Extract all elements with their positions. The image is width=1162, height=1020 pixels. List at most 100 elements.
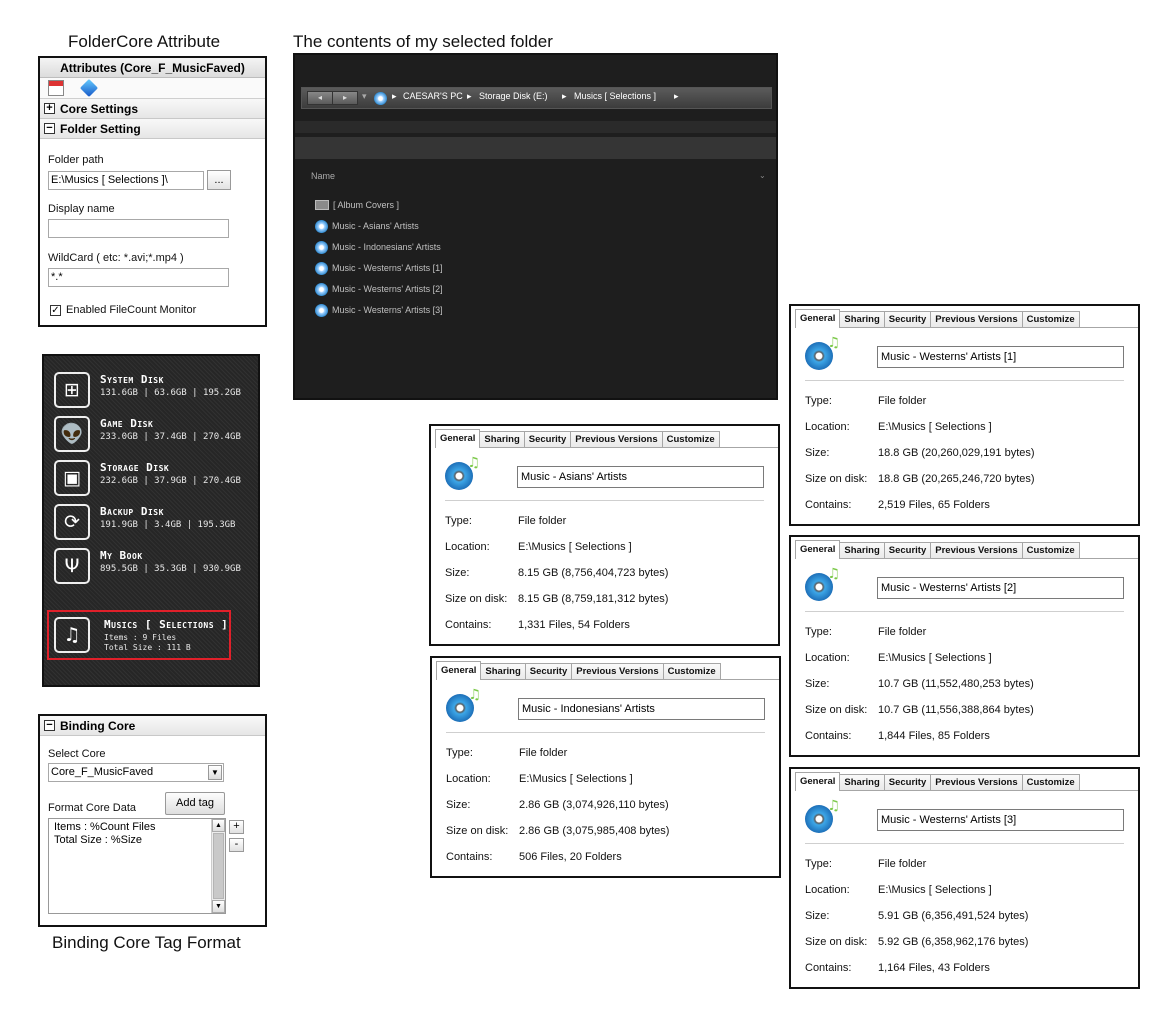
tab-customize[interactable]: Customize	[662, 663, 721, 680]
collapse-icon[interactable]: −	[44, 123, 55, 134]
size-on-disk-value: 8.15 GB (8,759,181,312 bytes)	[518, 593, 669, 605]
expand-icon[interactable]: +	[44, 103, 55, 114]
contains-value: 2,519 Files, 65 Folders	[878, 499, 990, 511]
add-tag-button[interactable]: Add tag	[165, 792, 225, 815]
disk-name: Storage Disk	[100, 461, 170, 474]
breadcrumb-separator-icon[interactable]: ▸	[392, 91, 397, 102]
browse-button[interactable]: ...	[207, 170, 231, 190]
tab-customize[interactable]: Customize	[1021, 311, 1080, 328]
list-item[interactable]: [ Album Covers ]	[315, 197, 399, 213]
chevron-down-icon[interactable]: ▼	[208, 765, 222, 780]
list-item[interactable]: Music - Westerns' Artists [1]	[315, 260, 443, 276]
type-label: Type:	[805, 626, 832, 638]
tab-previous-versions[interactable]: Previous Versions	[930, 311, 1023, 328]
folder-name-field[interactable]: Music - Westerns' Artists [2]	[877, 577, 1124, 599]
folder-name-field[interactable]: Music - Asians' Artists	[517, 466, 764, 488]
disk-item-game[interactable]: 👽 Game Disk 233.0GB | 37.4GB | 270.4GB	[52, 415, 252, 455]
caption-foldercore: FolderCore Attribute	[68, 32, 221, 51]
contains-value: 506 Files, 20 Folders	[519, 851, 622, 863]
display-name-input[interactable]	[48, 219, 229, 238]
textarea-scrollbar[interactable]: ▲ ▼	[211, 819, 225, 913]
tab-sharing[interactable]: Sharing	[480, 663, 526, 680]
tab-customize[interactable]: Customize	[661, 431, 720, 448]
address-bar[interactable]: ◂ ▸ ▾ ▸ CAESAR'S PC ▸ Storage Disk (E:) …	[301, 87, 772, 109]
display-name-label: Display name	[48, 203, 115, 215]
breadcrumb-pc[interactable]: CAESAR'S PC	[403, 91, 463, 101]
select-core-dropdown[interactable]: Core_F_MusicFaved ▼	[48, 763, 224, 782]
breadcrumb-separator-icon[interactable]: ▸	[674, 91, 679, 102]
tab-general[interactable]: General	[435, 429, 481, 448]
tab-general[interactable]: General	[795, 540, 841, 559]
core-settings-section[interactable]: + Core Settings	[40, 99, 265, 119]
folder-name-field[interactable]: Music - Indonesians' Artists	[518, 698, 765, 720]
attributes-toolbar	[40, 78, 265, 99]
tab-sharing[interactable]: Sharing	[839, 311, 885, 328]
folder-path-input[interactable]: E:\Musics [ Selections ]\	[48, 171, 204, 190]
divider	[445, 500, 764, 501]
disk-item-storage[interactable]: ▣ Storage Disk 232.6GB | 37.9GB | 270.4G…	[52, 459, 252, 499]
tab-security[interactable]: Security	[524, 663, 573, 680]
tab-general[interactable]: General	[436, 661, 482, 680]
selected-disk-item[interactable]: ♫ Musics [ Selections ] Items : 9 Files …	[47, 610, 231, 660]
tab-security[interactable]: Security	[883, 542, 932, 559]
column-header-name[interactable]: Name	[311, 171, 335, 181]
tab-strip: General Sharing Security Previous Versions C…	[436, 661, 721, 680]
tab-previous-versions[interactable]: Previous Versions	[930, 542, 1023, 559]
tab-sharing[interactable]: Sharing	[839, 774, 885, 791]
tab-general[interactable]: General	[795, 772, 841, 791]
size-on-disk-label: Size on disk:	[805, 704, 868, 716]
filecount-monitor-checkbox[interactable]: ✓	[50, 305, 61, 316]
calendar-icon[interactable]	[48, 80, 64, 96]
tab-sharing[interactable]: Sharing	[479, 431, 525, 448]
disk-stats: 895.5GB | 35.3GB | 930.9GB	[100, 564, 241, 574]
tab-previous-versions[interactable]: Previous Versions	[571, 663, 664, 680]
collapse-icon[interactable]: −	[44, 720, 55, 731]
list-item[interactable]: Music - Asians' Artists	[315, 218, 419, 234]
forward-button[interactable]: ▸	[332, 91, 358, 105]
folder-name-field[interactable]: Music - Westerns' Artists [3]	[877, 809, 1124, 831]
disk-name: Game Disk	[100, 417, 154, 430]
tab-customize[interactable]: Customize	[1021, 774, 1080, 791]
binding-core-section[interactable]: − Binding Core	[40, 716, 265, 736]
tab-security[interactable]: Security	[883, 311, 932, 328]
scroll-thumb[interactable]	[213, 833, 224, 899]
tab-divider	[436, 679, 779, 680]
breadcrumb-separator-icon[interactable]: ▸	[467, 91, 472, 102]
remove-line-button[interactable]: -	[229, 838, 244, 852]
tab-general[interactable]: General	[795, 309, 841, 328]
format-core-textarea[interactable]: Items : %Count Files Total Size : %Size …	[48, 818, 226, 914]
divider	[805, 380, 1124, 381]
column-sort-icon[interactable]: ⌄	[759, 171, 766, 180]
scroll-up-icon[interactable]: ▲	[212, 819, 225, 832]
folder-name-field[interactable]: Music - Westerns' Artists [1]	[877, 346, 1124, 368]
breadcrumb-folder[interactable]: Musics [ Selections ]	[574, 91, 656, 101]
disk-item-mybook[interactable]: Ψ My Book 895.5GB | 35.3GB | 930.9GB	[52, 547, 252, 587]
list-item[interactable]: Music - Westerns' Artists [3]	[315, 302, 443, 318]
list-item[interactable]: Music - Westerns' Artists [2]	[315, 281, 443, 297]
breadcrumb-drive[interactable]: Storage Disk (E:)	[479, 91, 548, 101]
recent-dropdown-icon[interactable]: ▾	[362, 91, 367, 102]
back-button[interactable]: ◂	[307, 91, 333, 105]
cube-icon[interactable]	[79, 78, 99, 98]
folder-setting-section[interactable]: − Folder Setting	[40, 119, 265, 139]
disk-widget: ⊞ System Disk 131.6GB | 63.6GB | 195.2GB…	[42, 354, 260, 687]
windows-icon: ⊞	[54, 372, 90, 408]
explorer-window: ◂ ▸ ▾ ▸ CAESAR'S PC ▸ Storage Disk (E:) …	[293, 53, 778, 400]
music-folder-icon	[315, 261, 328, 275]
tab-security[interactable]: Security	[883, 774, 932, 791]
disk-item-backup[interactable]: ⟳ Backup Disk 191.9GB | 3.4GB | 195.3GB	[52, 503, 252, 543]
breadcrumb-separator-icon[interactable]: ▸	[562, 91, 567, 102]
list-item[interactable]: Music - Indonesians' Artists	[315, 239, 441, 255]
disk-item-system[interactable]: ⊞ System Disk 131.6GB | 63.6GB | 195.2GB	[52, 371, 252, 411]
scroll-down-icon[interactable]: ▼	[212, 900, 225, 913]
toolbar-band	[295, 121, 776, 133]
tab-previous-versions[interactable]: Previous Versions	[570, 431, 663, 448]
tab-previous-versions[interactable]: Previous Versions	[930, 774, 1023, 791]
wildcard-input[interactable]: *.*	[48, 268, 229, 287]
add-line-button[interactable]: +	[229, 820, 244, 834]
size-value: 18.8 GB (20,260,029,191 bytes)	[878, 447, 1035, 459]
tab-customize[interactable]: Customize	[1021, 542, 1080, 559]
tab-sharing[interactable]: Sharing	[839, 542, 885, 559]
location-value: E:\Musics [ Selections ]	[519, 773, 633, 785]
tab-security[interactable]: Security	[523, 431, 572, 448]
